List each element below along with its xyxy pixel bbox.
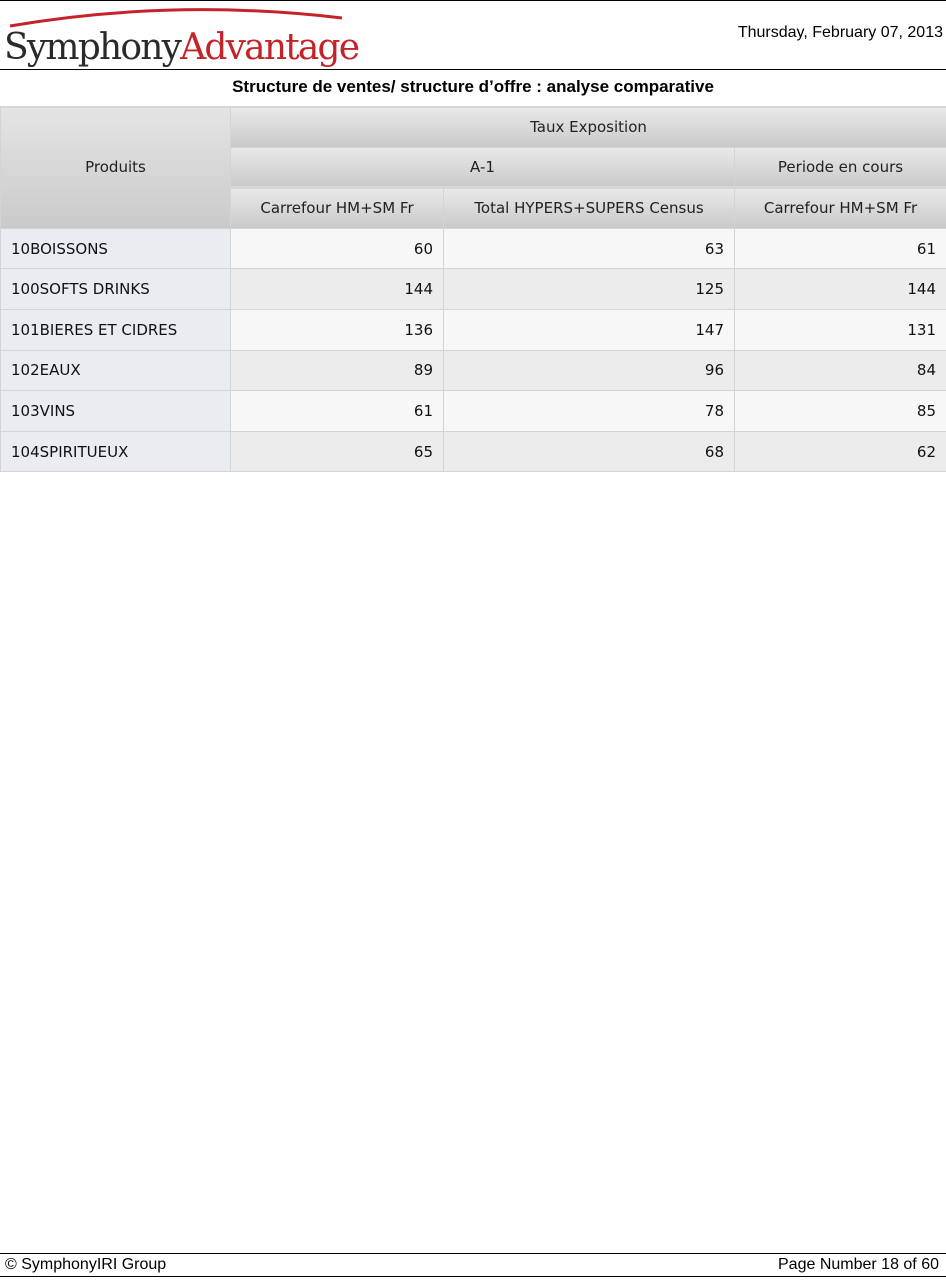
header-rule — [0, 69, 946, 70]
logo-text-symphony: Symphony — [4, 27, 182, 68]
value-cell: 84 — [734, 349, 946, 392]
product-label: 104SPIRITUEUX — [0, 430, 231, 473]
value-cell: 136 — [230, 308, 444, 351]
symphony-advantage-logo: SymphonyAdvantage — [4, 4, 360, 68]
product-label: 103VINS — [0, 390, 231, 432]
value-cell: 60 — [230, 227, 444, 270]
value-cell: 125 — [443, 268, 735, 310]
page-number: Page Number 18 of 60 — [778, 1256, 939, 1273]
value-cell: 144 — [734, 268, 946, 310]
value-cell: 78 — [443, 390, 735, 432]
value-cell: 65 — [230, 430, 444, 473]
copyright-text: © SymphonyIRI Group — [5, 1256, 167, 1273]
table-row: 102EAUX 89 96 84 — [0, 349, 946, 392]
report-page: SymphonyAdvantage Thursday, February 07,… — [0, 0, 946, 1284]
product-label: 101BIERES ET CIDRES — [0, 308, 231, 351]
table-row: 101BIERES ET CIDRES 136 147 131 — [0, 308, 946, 351]
value-cell: 63 — [443, 227, 735, 270]
value-cell: 62 — [734, 430, 946, 473]
value-cell: 61 — [230, 390, 444, 432]
table-row: 10BOISSONS 60 63 61 — [0, 227, 946, 270]
logo-text-advantage: Advantage — [180, 27, 360, 68]
product-label: 102EAUX — [0, 349, 231, 392]
value-cell: 68 — [443, 430, 735, 473]
value-cell: 144 — [230, 268, 444, 310]
comparison-table: Produits Taux Exposition A-1 Periode en … — [0, 106, 946, 473]
value-cell: 85 — [734, 390, 946, 432]
column-header-taux-exposition: Taux Exposition — [230, 106, 946, 148]
value-cell: 89 — [230, 349, 444, 392]
table-row: 100SOFTS DRINKS 144 125 144 — [0, 268, 946, 310]
top-rule — [0, 0, 946, 1]
column-header-market-carrefour-a1: Carrefour HM+SM Fr — [230, 187, 444, 229]
column-header-produits: Produits — [0, 106, 231, 229]
report-title: Structure de ventes/ structure d’offre :… — [232, 77, 714, 96]
column-header-market-carrefour-current: Carrefour HM+SM Fr — [734, 187, 946, 229]
column-header-market-total-hypers-supers: Total HYPERS+SUPERS Census — [443, 187, 735, 229]
table-row: 104SPIRITUEUX 65 68 62 — [0, 430, 946, 473]
value-cell: 61 — [734, 227, 946, 270]
report-date: Thursday, February 07, 2013 — [737, 24, 943, 41]
value-cell: 131 — [734, 308, 946, 351]
product-label: 100SOFTS DRINKS — [0, 268, 231, 310]
value-cell: 147 — [443, 308, 735, 351]
table-row: 103VINS 61 78 85 — [0, 390, 946, 432]
footer-bottom-rule — [0, 1276, 946, 1277]
footer-rule — [0, 1253, 946, 1254]
product-label: 10BOISSONS — [0, 227, 231, 270]
column-header-period-a1: A-1 — [230, 146, 735, 189]
value-cell: 96 — [443, 349, 735, 392]
column-header-period-current: Periode en cours — [734, 146, 946, 189]
logo-wordmark: SymphonyAdvantage — [4, 26, 360, 70]
